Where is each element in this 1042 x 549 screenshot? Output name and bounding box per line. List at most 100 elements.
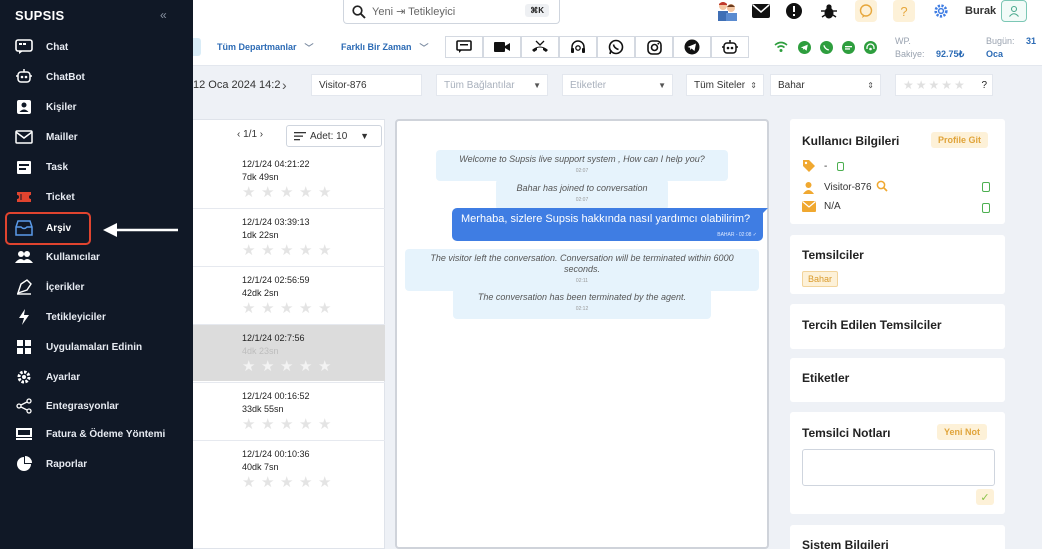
channel-support-button[interactable] [559,36,597,58]
rating-stars[interactable]: ★ ★ ★ ★ ★ [242,475,332,490]
channel-instagram-button[interactable] [635,36,673,58]
new-note-button[interactable]: Yeni Not [937,424,988,440]
agent-message-text: Merhaba, sizlere Supsis hakkında nasıl y… [461,213,751,225]
star-icon[interactable]: ★ [299,359,313,374]
sidebar-item-chat[interactable]: Chat [0,33,193,61]
agent-chip[interactable]: Bahar [802,271,839,287]
channel-call-button[interactable] [521,36,559,58]
conversation-row[interactable]: 12/1/24 04:21:22 7dk 49sn ★ ★ ★ ★ ★ [193,151,385,208]
system-message-text: Bahar has joined to conversation [516,183,648,193]
star-icon[interactable]: ★ [280,301,294,316]
alert-icon[interactable] [783,0,805,22]
conversation-row-selected[interactable]: 12/1/24 02:7:56 4dk 23sn ★ ★ ★ ★ ★ [193,324,385,381]
bug-icon[interactable] [818,0,840,22]
avatar[interactable] [1001,0,1027,22]
conversation-row[interactable]: 12/1/24 03:39:13 1dk 22sn ★ ★ ★ ★ ★ [193,208,385,265]
star-icon[interactable]: ★ [280,243,294,258]
star-icon[interactable]: ★ [280,417,294,432]
per-page-dropdown[interactable]: Adet: 10 ▼ [286,125,382,147]
channel-telegram-button[interactable] [673,36,711,58]
rating-stars[interactable]: ★ ★ ★ ★ ★ [242,301,332,316]
star-icon[interactable]: ★ [242,243,256,258]
star-icon[interactable]: ★ [261,359,275,374]
sidebar-item-billing[interactable]: Fatura & Ödeme Yöntemi [0,420,193,448]
star-icon[interactable]: ★ [261,417,275,432]
rating-stars[interactable]: ★ ★ ★ ★ ★ [242,359,332,374]
conversation-row[interactable]: 12/1/24 02:56:59 42dk 2sn ★ ★ ★ ★ ★ [193,266,385,323]
filter-chip-edge [193,38,201,56]
connections-dropdown[interactable]: Tüm Bağlantılar ▼ [436,74,548,96]
preferred-agents-title: Tercih Edilen Temsilciler [802,318,942,332]
sidebar-item-triggers[interactable]: Tetikleyiciler [0,303,193,331]
sites-dropdown[interactable]: Tüm Siteler ⇕ [686,74,764,96]
profile-button[interactable]: Profile Git [931,132,989,148]
tags-dropdown[interactable]: Etiketler ▼ [562,74,673,96]
star-icon[interactable]: ★ [261,475,275,490]
star-icon[interactable]: ★ [299,417,313,432]
star-icon[interactable]: ★ [280,475,294,490]
star-icon[interactable]: ★ [261,185,275,200]
help-icon[interactable]: ? [893,0,915,22]
star-icon[interactable]: ★ [299,185,313,200]
star-icon[interactable]: ★ [299,243,313,258]
visitor-filter-input[interactable]: Visitor-876 [311,74,422,96]
sidebar-item-mail[interactable]: Mailler [0,123,193,151]
star-icon[interactable]: ★ [261,301,275,316]
next-arrow-icon[interactable]: › [282,77,287,93]
copy-icon[interactable] [837,161,845,171]
star-icon[interactable]: ★ [280,359,294,374]
conversation-row[interactable]: 12/1/24 00:10:36 40dk 7sn ★ ★ ★ ★ ★ [193,440,385,497]
star-icon[interactable]: ★ [261,243,275,258]
channel-video-button[interactable] [483,36,521,58]
star-icon[interactable]: ★ [318,301,332,316]
channel-whatsapp-button[interactable] [597,36,635,58]
star-icon[interactable]: ★ [280,185,294,200]
copy-icon[interactable] [982,182,990,192]
date-range-text[interactable]: 12 Oca 2024 14:2 [193,79,280,91]
conversation-row[interactable]: 12/1/24 00:16:52 33dk 55sn ★ ★ ★ ★ ★ [193,382,385,439]
star-icon[interactable]: ★ [318,475,332,490]
note-textarea[interactable] [802,449,995,486]
pager[interactable]: ‹ 1/1 › [237,129,263,140]
star-icon[interactable]: ★ [242,417,256,432]
star-icon[interactable]: ★ [318,417,332,432]
sidebar-item-reports[interactable]: Raporlar [0,450,193,478]
gear-icon[interactable] [930,0,952,22]
star-icon[interactable]: ★ [299,301,313,316]
sidebar-item-task[interactable]: Task [0,153,193,181]
channel-chat-button[interactable] [445,36,483,58]
rating-stars[interactable]: ★ ★ ★ ★ ★ [242,185,332,200]
agents-icon[interactable] [716,0,738,22]
star-icon[interactable]: ★ [299,475,313,490]
star-icon[interactable]: ★ [242,359,256,374]
copy-icon[interactable] [982,203,990,213]
star-icon[interactable]: ★ [318,359,332,374]
mail-icon[interactable] [750,0,772,22]
sidebar-item-apps[interactable]: Uygulamaları Edinin [0,333,193,361]
department-dropdown[interactable]: Tüm Departmanlar ﹀ [217,38,327,56]
sidebar-item-users[interactable]: Kullanıcılar [0,243,193,271]
star-icon[interactable]: ★ [242,185,256,200]
sidebar-item-settings[interactable]: Ayarlar [0,363,193,391]
star-icon[interactable]: ★ [242,301,256,316]
user-name[interactable]: Burak [965,5,996,17]
star-icon[interactable]: ★ [318,185,332,200]
rating-stars[interactable]: ★ ★ ★ ★ ★ [242,417,332,432]
search-visitor-icon[interactable] [876,180,888,195]
star-icon[interactable]: ★ [318,243,332,258]
feedback-icon[interactable] [855,0,877,22]
sidebar-item-chatbot[interactable]: ChatBot [0,63,193,91]
search-box[interactable]: Yeni ⇥ Tetikleyici ⌘K [343,0,560,24]
star-icon[interactable]: ★ [242,475,256,490]
time-filter-dropdown[interactable]: Farklı Bir Zaman ﹀ [341,38,435,56]
sidebar-item-ticket[interactable]: Ticket [0,183,193,211]
rating-filter[interactable]: ★★★★★ ? [895,74,993,96]
agent-dropdown[interactable]: Bahar ⇕ [770,74,881,96]
collapse-sidebar-icon[interactable]: « [160,8,167,22]
channel-bot-button[interactable] [711,36,749,58]
sidebar-item-content[interactable]: İçerikler [0,273,193,301]
sidebar-item-contacts[interactable]: Kişiler [0,93,193,121]
sidebar-item-integrations[interactable]: Entegrasyonlar [0,392,193,420]
rating-stars[interactable]: ★ ★ ★ ★ ★ [242,243,332,258]
save-note-check-icon[interactable]: ✓ [976,489,994,505]
